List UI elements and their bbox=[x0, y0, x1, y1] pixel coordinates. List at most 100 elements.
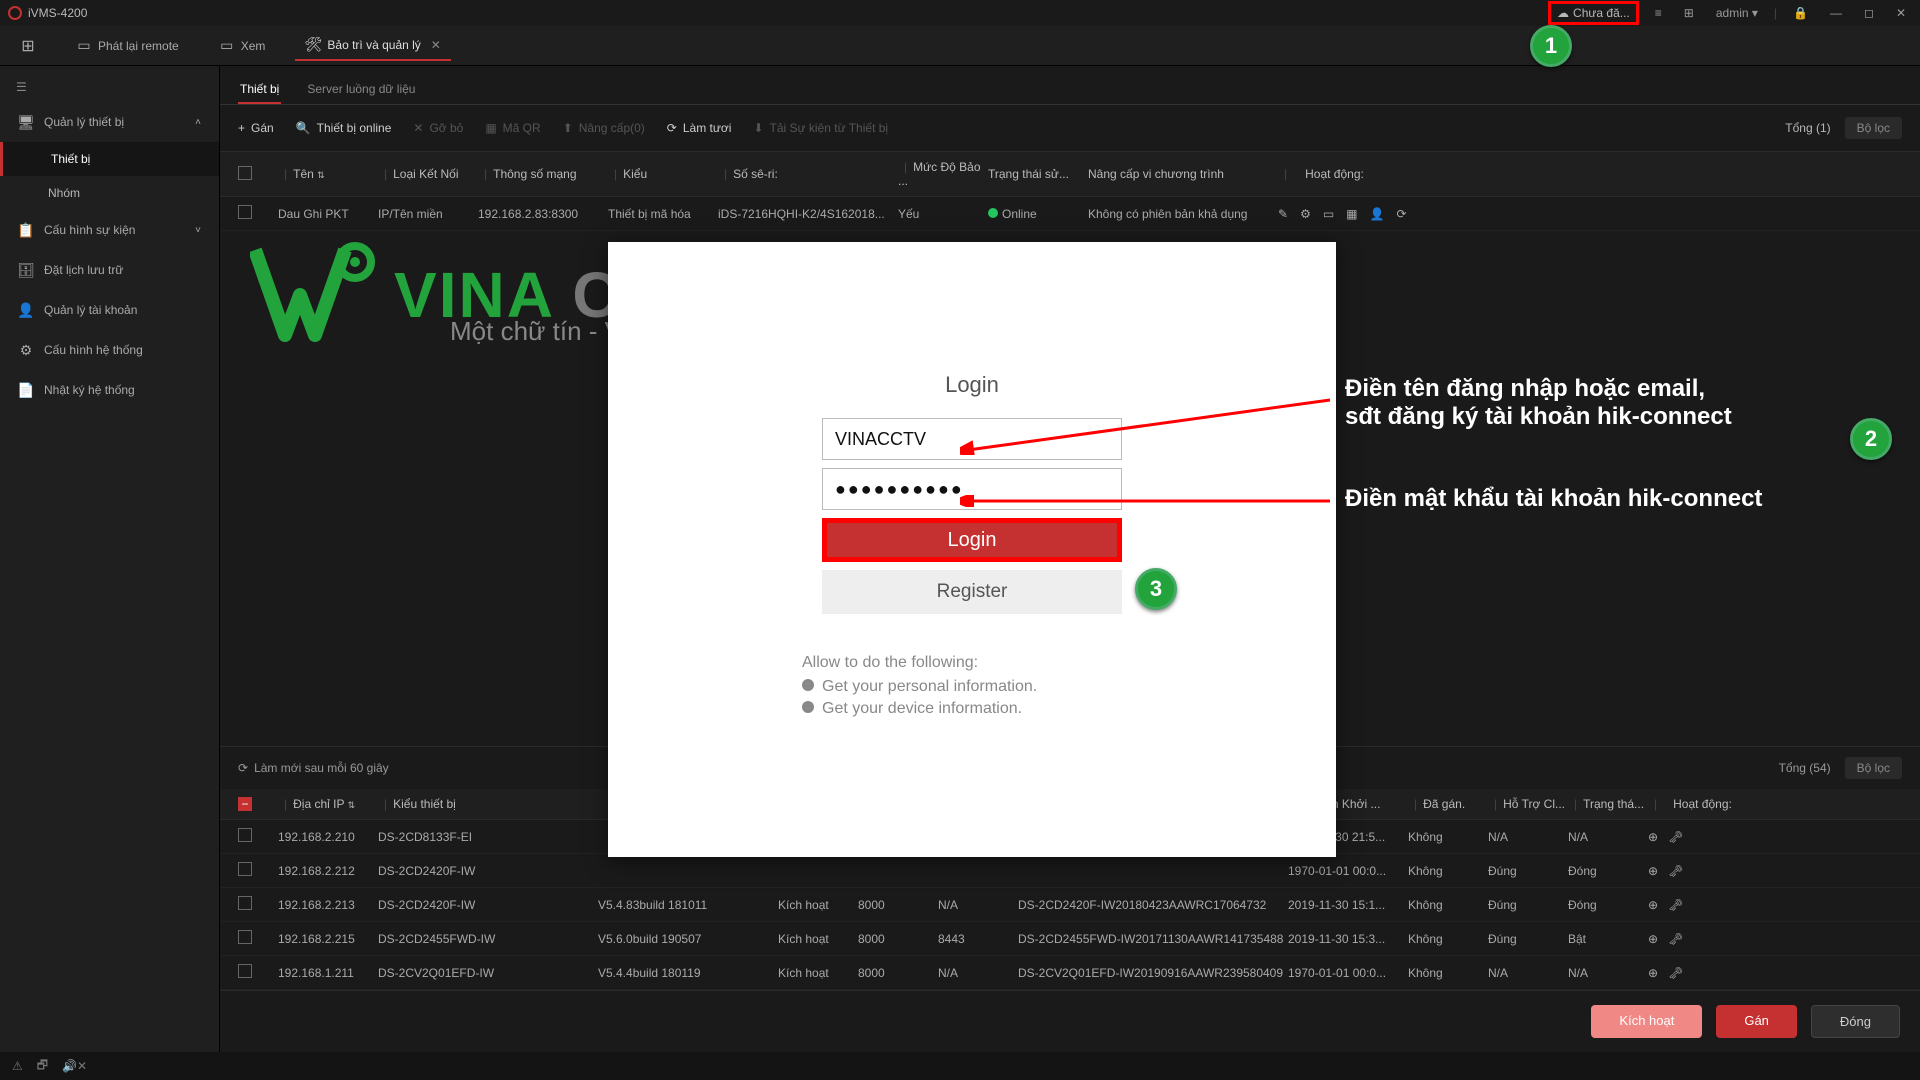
sidebar-storage-schedule[interactable]: 🗄Đặt lịch lưu trữ bbox=[0, 250, 219, 290]
activate-button[interactable]: Kích hoạt bbox=[1591, 1005, 1702, 1038]
globe-icon[interactable]: ⊕ bbox=[1648, 932, 1658, 946]
cell-serial: DS-2CD2455FWD-IW20171130AAWR141735488 bbox=[1018, 932, 1288, 946]
tool-add[interactable]: +Gán bbox=[238, 121, 274, 135]
key-icon[interactable]: 🗝 bbox=[1668, 898, 1683, 912]
maximize-icon[interactable]: ◻ bbox=[1858, 4, 1880, 22]
col2-model[interactable]: Kiểu thiết bị bbox=[393, 797, 456, 811]
row-checkbox[interactable] bbox=[238, 828, 252, 842]
password-input[interactable]: ●●●●●●●●●● bbox=[822, 468, 1122, 510]
nav-home[interactable] bbox=[10, 32, 46, 60]
annotation-text-1: Điền tên đăng nhập hoặc email, sđt đăng … bbox=[1345, 375, 1732, 431]
subtab-stream-server[interactable]: Server luồng dữ liệu bbox=[305, 76, 417, 104]
device-row[interactable]: Dau Ghi PKT IP/Tên miền 192.168.2.83:830… bbox=[220, 197, 1920, 231]
cell-cloud: Đúng bbox=[1488, 932, 1568, 946]
globe-icon[interactable]: ⊕ bbox=[1648, 898, 1658, 912]
close-window-icon[interactable]: ✕ bbox=[1890, 4, 1912, 22]
sidebar-account-mgmt[interactable]: 👤Quản lý tài khoản bbox=[0, 290, 219, 330]
sidebar-device-mgmt[interactable]: 🖥Quản lý thiết bị˄ bbox=[0, 102, 219, 142]
camera-icon[interactable]: ▭ bbox=[1323, 207, 1334, 221]
tab-close-icon[interactable]: ✕ bbox=[431, 38, 441, 52]
minimize-icon[interactable]: — bbox=[1824, 4, 1848, 22]
cell-activated: Kích hoạt bbox=[778, 966, 858, 980]
sidebar-sub-group[interactable]: Nhóm bbox=[0, 176, 219, 210]
key-icon[interactable]: 🗝 bbox=[1668, 932, 1683, 946]
checkbox-all[interactable] bbox=[238, 166, 252, 180]
tool-online-devices[interactable]: 🔍Thiết bị online bbox=[296, 121, 392, 135]
sound-icon[interactable]: 🔊✕ bbox=[62, 1059, 87, 1073]
nav-view[interactable]: ▭Xem bbox=[209, 32, 276, 60]
sidebar-event-config[interactable]: 📋Cấu hình sự kiện˅ bbox=[0, 210, 219, 250]
filter-input[interactable]: Bộ lọc bbox=[1845, 117, 1902, 139]
col-net[interactable]: Thông số mạng bbox=[493, 167, 576, 181]
col-fw[interactable]: Nâng cấp vi chương trình bbox=[1088, 167, 1224, 181]
app-title: iVMS-4200 bbox=[28, 6, 87, 20]
cell-ops: ⊕🗝 bbox=[1648, 864, 1902, 878]
col-sec[interactable]: Mức Độ Bảo ... bbox=[898, 160, 981, 188]
globe-icon[interactable]: ⊕ bbox=[1648, 966, 1658, 980]
refresh-row-icon[interactable]: ⟳ bbox=[1396, 207, 1406, 221]
cell-ops: ⊕🗝 bbox=[1648, 932, 1902, 946]
refresh-interval-label: Làm mới sau mỗi 60 giây bbox=[254, 761, 389, 775]
col2-added[interactable]: Đã gán. bbox=[1423, 797, 1465, 811]
col-status[interactable]: Trạng thái sử... bbox=[988, 167, 1069, 181]
sidebar-system-config[interactable]: ⚙Cấu hình hệ thống bbox=[0, 330, 219, 370]
sidebar-toggle[interactable]: ☰ bbox=[0, 72, 219, 102]
row-checkbox[interactable] bbox=[238, 862, 252, 876]
globe-icon[interactable]: ⊕ bbox=[1648, 830, 1658, 844]
online-row[interactable]: 192.168.2.212DS-2CD2420F-IW1970-01-01 00… bbox=[220, 854, 1920, 888]
col-type[interactable]: Kiểu bbox=[623, 167, 647, 181]
grid-toggle-icon[interactable]: ⊞ bbox=[1678, 4, 1700, 22]
row-checkbox[interactable] bbox=[238, 964, 252, 978]
col-act[interactable]: Hoạt động: bbox=[1305, 167, 1364, 181]
event-icon: 📋 bbox=[18, 222, 34, 238]
edit-icon[interactable]: ✎ bbox=[1278, 207, 1288, 221]
username-input[interactable]: VINACCTV bbox=[822, 418, 1122, 460]
col-serial[interactable]: Số sê-ri: bbox=[733, 167, 778, 181]
cloud-status-button[interactable]: ☁ Chưa đă... bbox=[1548, 1, 1639, 25]
sidebar-system-log[interactable]: 📄Nhật ký hệ thống bbox=[0, 370, 219, 410]
sidebar-sub-device[interactable]: Thiết bị bbox=[0, 142, 219, 176]
online-row[interactable]: 192.168.2.213DS-2CD2420F-IWV5.4.83build … bbox=[220, 888, 1920, 922]
col2-cloud[interactable]: Hỗ Trợ Cl... bbox=[1503, 797, 1565, 811]
online-filter[interactable]: Bộ lọc bbox=[1845, 757, 1902, 779]
col2-status[interactable]: Trạng thá... bbox=[1583, 797, 1644, 811]
col2-ops[interactable]: Hoạt động: bbox=[1673, 797, 1732, 811]
add-button[interactable]: Gán bbox=[1716, 1005, 1797, 1038]
login-button[interactable]: Login bbox=[822, 518, 1122, 562]
row-checkbox[interactable] bbox=[238, 930, 252, 944]
menu-icon[interactable]: ≡ bbox=[1649, 4, 1668, 22]
device-icon: 🖥 bbox=[18, 114, 34, 130]
register-button[interactable]: Register bbox=[822, 570, 1122, 614]
online-row[interactable]: 192.168.2.215DS-2CD2455FWD-IWV5.6.0build… bbox=[220, 922, 1920, 956]
subtab-device[interactable]: Thiết bị bbox=[238, 76, 281, 104]
nav-remote-playback[interactable]: ▭Phát lại remote bbox=[66, 32, 189, 60]
cell-model: DS-2CD2420F-IW bbox=[378, 898, 598, 912]
alert-icon[interactable]: ⚠ bbox=[12, 1059, 23, 1073]
user-action-icon[interactable]: 👤 bbox=[1370, 207, 1385, 221]
settings-icon[interactable]: ⚙ bbox=[1300, 207, 1311, 221]
row-checkbox[interactable] bbox=[238, 205, 252, 219]
grid-action-icon[interactable]: ▦ bbox=[1346, 207, 1357, 221]
user-menu[interactable]: admin ▾ bbox=[1710, 4, 1764, 22]
key-icon[interactable]: 🗝 bbox=[1668, 830, 1683, 844]
col-conn[interactable]: Loại Kết Nối bbox=[393, 167, 458, 181]
globe-icon[interactable]: ⊕ bbox=[1648, 864, 1658, 878]
row-checkbox[interactable] bbox=[238, 896, 252, 910]
refresh-online-icon[interactable]: ⟳ bbox=[238, 761, 248, 775]
cell-fw: V5.4.83build 181011 bbox=[598, 898, 778, 912]
annotation-badge-1: 1 bbox=[1530, 25, 1572, 67]
tool-refresh[interactable]: ⟳Làm tươi bbox=[667, 121, 732, 135]
checkbox-all-online[interactable]: − bbox=[238, 797, 252, 811]
nav-maintenance[interactable]: 🛠Bảo trì và quản lý✕ bbox=[295, 31, 450, 61]
col-name[interactable]: Tên bbox=[293, 167, 314, 181]
lock-icon[interactable]: 🔒 bbox=[1787, 4, 1814, 22]
cell-ip: 192.168.2.215 bbox=[278, 932, 378, 946]
key-icon[interactable]: 🗝 bbox=[1668, 966, 1683, 980]
online-row[interactable]: 192.168.1.211DS-2CV2Q01EFD-IWV5.4.4build… bbox=[220, 956, 1920, 990]
col2-ip[interactable]: Địa chỉ IP bbox=[293, 797, 344, 811]
key-icon[interactable]: 🗝 bbox=[1668, 864, 1683, 878]
cell-added: Không bbox=[1408, 830, 1488, 844]
close-button[interactable]: Đóng bbox=[1811, 1005, 1900, 1038]
window-icon[interactable]: 🗗 bbox=[37, 1056, 48, 1077]
tool-remove: ✕Gỡ bỏ bbox=[413, 121, 463, 135]
